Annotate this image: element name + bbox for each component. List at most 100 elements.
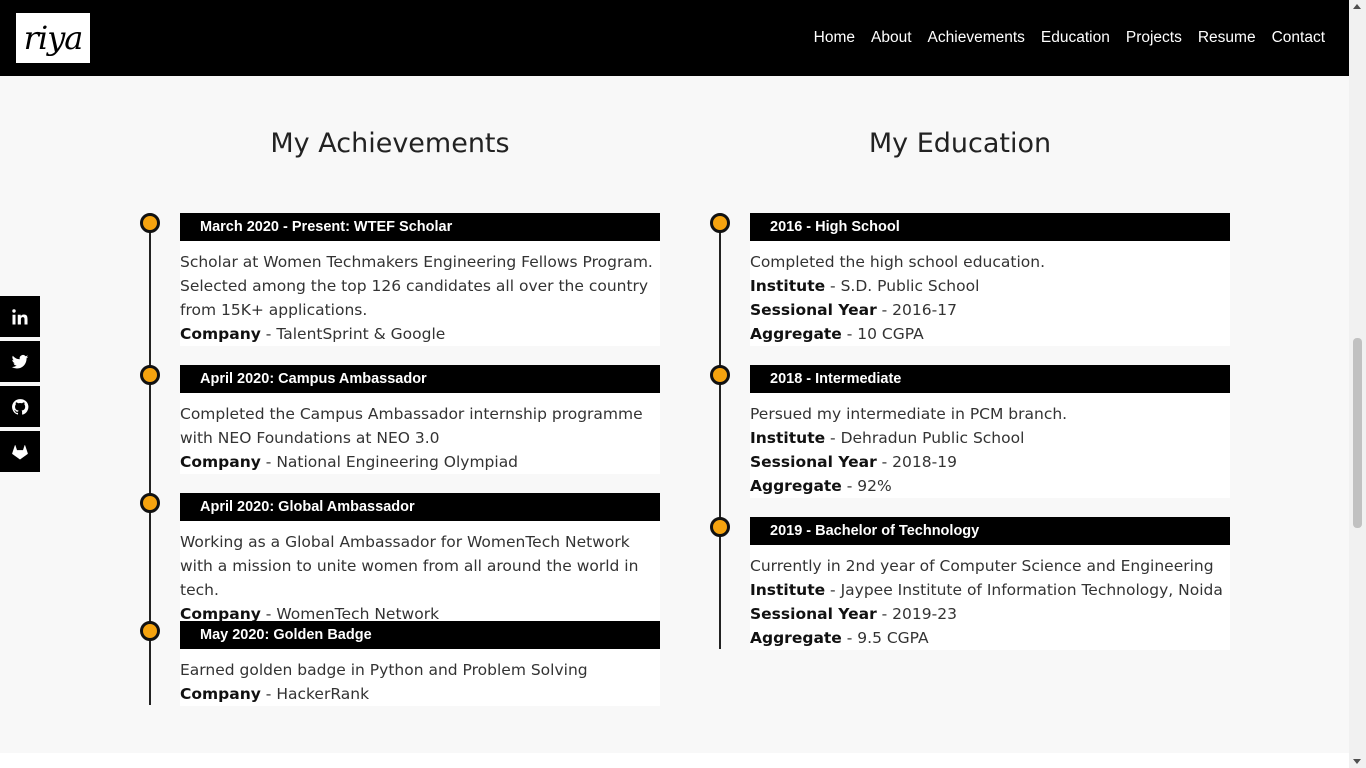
achievement-heading: May 2020: Golden Badge: [180, 621, 660, 649]
institute-label: Institute: [750, 429, 826, 447]
education-aggregate: Aggregate - 9.5 CGPA: [750, 626, 1230, 650]
year-label: Sessional Year: [750, 301, 877, 319]
aggregate-value: - 10 CGPA: [841, 325, 924, 343]
nav-link-education[interactable]: Education: [1041, 29, 1110, 47]
education-aggregate: Aggregate - 92%: [750, 474, 1230, 498]
year-label: Sessional Year: [750, 453, 877, 471]
education-heading: 2018 - Intermediate: [750, 365, 1230, 393]
education-institute: Institute - Jaypee Institute of Informat…: [750, 578, 1230, 602]
achievement-body: Completed the Campus Ambassador internsh…: [180, 393, 660, 474]
nav-link-about[interactable]: About: [871, 29, 912, 47]
nav-link-achievements[interactable]: Achievements: [928, 29, 1025, 47]
institute-label: Institute: [750, 277, 826, 295]
twitter-icon: [11, 354, 29, 368]
achievement-card: May 2020: Golden Badge Earned golden bad…: [180, 621, 660, 706]
company-value: - National Engineering Olympiad: [260, 453, 519, 471]
education-timeline: 2016 - High School Completed the high sc…: [710, 213, 1230, 650]
site-logo[interactable]: riya: [16, 13, 90, 63]
year-value: - 2016-17: [876, 301, 957, 319]
education-body: Persued my intermediate in PCM branch. I…: [750, 393, 1230, 498]
achievement-description: Working as a Global Ambassador for Women…: [180, 533, 639, 599]
achievement-body: Working as a Global Ambassador for Women…: [180, 521, 660, 626]
nav-link-home[interactable]: Home: [814, 29, 855, 47]
timeline-dot: [140, 493, 160, 513]
achievement-body: Scholar at Women Techmakers Engineering …: [180, 241, 660, 346]
navbar: riya Home About Achievements Education P…: [0, 0, 1349, 76]
timeline-dot: [710, 213, 730, 233]
education-year: Sessional Year - 2016-17: [750, 298, 1230, 322]
aggregate-label: Aggregate: [750, 325, 842, 343]
linkedin-icon: [12, 308, 28, 324]
timeline-dot: [710, 517, 730, 537]
achievement-company: Company - National Engineering Olympiad: [180, 450, 660, 474]
institute-value: - S.D. Public School: [825, 277, 980, 295]
achievement-heading: April 2020: Campus Ambassador: [180, 365, 660, 393]
gitlab-icon: [12, 444, 28, 459]
nav-link-contact[interactable]: Contact: [1272, 29, 1325, 47]
education-institute: Institute - Dehradun Public School: [750, 426, 1230, 450]
education-institute: Institute - S.D. Public School: [750, 274, 1230, 298]
timeline-dot: [140, 213, 160, 233]
education-body: Completed the high school education. Ins…: [750, 241, 1230, 346]
education-description: Persued my intermediate in PCM branch.: [750, 405, 1068, 423]
year-value: - 2018-19: [876, 453, 957, 471]
company-value: - TalentSprint & Google: [260, 325, 446, 343]
achievement-body: Earned golden badge in Python and Proble…: [180, 649, 660, 706]
institute-value: - Jaypee Institute of Information Techno…: [825, 581, 1223, 599]
achievement-heading: March 2020 - Present: WTEF Scholar: [180, 213, 660, 241]
scroll-down-arrow[interactable]: [1353, 759, 1361, 764]
education-description: Completed the high school education.: [750, 253, 1046, 271]
timeline-dot: [140, 621, 160, 641]
achievements-timeline: March 2020 - Present: WTEF Scholar Schol…: [140, 213, 660, 706]
footer-edge: [0, 753, 1349, 768]
education-aggregate: Aggregate - 10 CGPA: [750, 322, 1230, 346]
aggregate-label: Aggregate: [750, 477, 842, 495]
aggregate-value: - 92%: [841, 477, 892, 495]
social-sidebar: [0, 296, 40, 476]
gitlab-link[interactable]: [0, 431, 40, 472]
company-label: Company: [180, 453, 261, 471]
institute-value: - Dehradun Public School: [825, 429, 1025, 447]
nav-links: Home About Achievements Education Projec…: [814, 0, 1325, 76]
education-heading: 2019 - Bachelor of Technology: [750, 517, 1230, 545]
achievement-company: Company - TalentSprint & Google: [180, 322, 660, 346]
achievement-card: March 2020 - Present: WTEF Scholar Schol…: [180, 213, 660, 346]
aggregate-label: Aggregate: [750, 629, 842, 647]
company-label: Company: [180, 325, 261, 343]
timeline-dot: [710, 365, 730, 385]
page-scrollbar[interactable]: [1349, 0, 1366, 768]
education-description: Currently in 2nd year of Computer Scienc…: [750, 557, 1214, 575]
achievement-company: Company - HackerRank: [180, 682, 660, 706]
achievement-heading: April 2020: Global Ambassador: [180, 493, 660, 521]
nav-link-projects[interactable]: Projects: [1126, 29, 1182, 47]
github-icon: [12, 398, 29, 415]
education-body: Currently in 2nd year of Computer Scienc…: [750, 545, 1230, 650]
achievement-description: Earned golden badge in Python and Proble…: [180, 661, 588, 679]
achievement-card: April 2020: Campus Ambassador Completed …: [180, 365, 660, 474]
year-label: Sessional Year: [750, 605, 877, 623]
company-value: - HackerRank: [260, 685, 370, 703]
scrollbar-thumb[interactable]: [1353, 338, 1362, 528]
scroll-up-arrow[interactable]: [1353, 4, 1361, 9]
nav-link-resume[interactable]: Resume: [1198, 29, 1256, 47]
year-value: - 2019-23: [876, 605, 957, 623]
achievement-description: Completed the Campus Ambassador internsh…: [180, 405, 643, 447]
education-year: Sessional Year - 2019-23: [750, 602, 1230, 626]
achievements-title: My Achievements: [270, 128, 510, 159]
twitter-link[interactable]: [0, 341, 40, 382]
education-card: 2016 - High School Completed the high sc…: [750, 213, 1230, 346]
linkedin-link[interactable]: [0, 296, 40, 337]
achievement-card: April 2020: Global Ambassador Working as…: [180, 493, 660, 626]
education-heading: 2016 - High School: [750, 213, 1230, 241]
institute-label: Institute: [750, 581, 826, 599]
education-card: 2019 - Bachelor of Technology Currently …: [750, 517, 1230, 650]
github-link[interactable]: [0, 386, 40, 427]
education-title: My Education: [868, 128, 1052, 159]
company-label: Company: [180, 685, 261, 703]
timeline-dot: [140, 365, 160, 385]
timeline-line: [719, 223, 721, 649]
aggregate-value: - 9.5 CGPA: [841, 629, 929, 647]
education-year: Sessional Year - 2018-19: [750, 450, 1230, 474]
education-card: 2018 - Intermediate Persued my intermedi…: [750, 365, 1230, 498]
achievement-description: Scholar at Women Techmakers Engineering …: [180, 253, 653, 319]
